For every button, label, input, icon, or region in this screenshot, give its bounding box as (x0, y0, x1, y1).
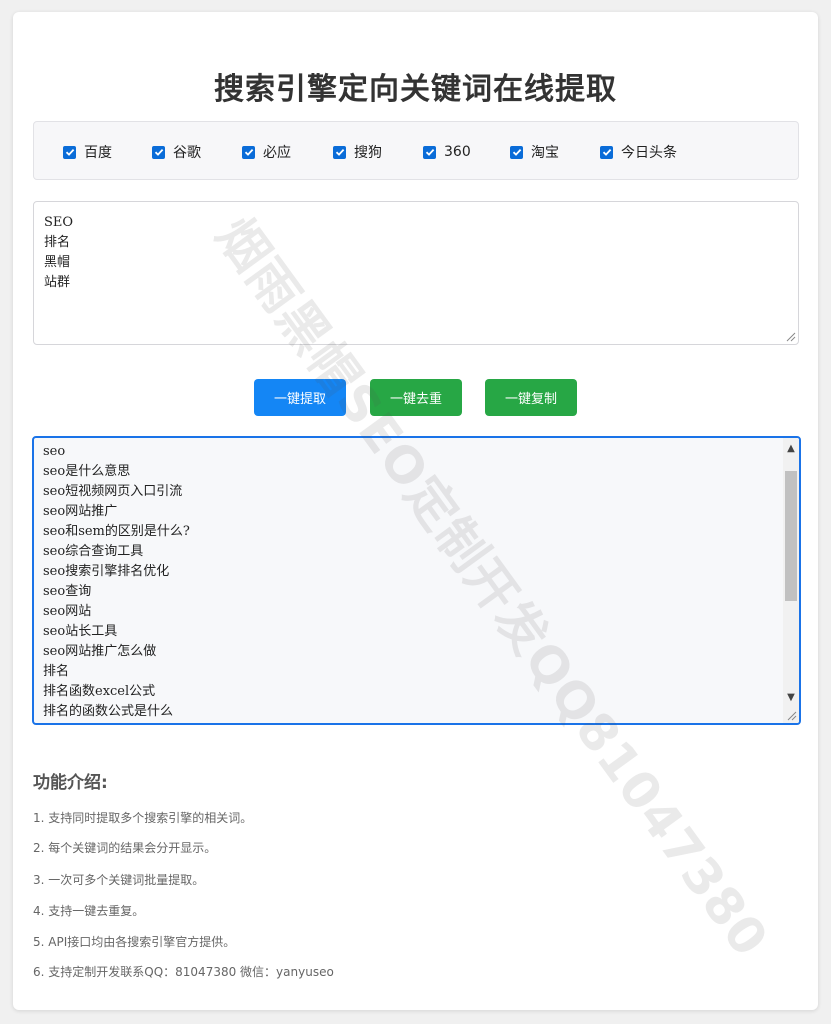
checkbox-checked-icon[interactable] (63, 145, 76, 159)
results-textarea[interactable]: seo seo是什么意思 seo短视频网页入口引流 seo网站推广 seo和se… (32, 436, 801, 725)
engine-label: 360 (444, 144, 471, 160)
feature-item: 1. 支持同时提取多个搜索引擎的相关词。 (33, 811, 253, 825)
resize-grip-icon[interactable] (785, 709, 797, 721)
engine-label: 今日头条 (621, 145, 677, 161)
dedupe-button[interactable]: 一键去重 (370, 379, 462, 416)
engine-label: 必应 (263, 145, 291, 161)
checkbox-checked-icon[interactable] (423, 145, 436, 159)
keyword-line: 黑帽 (44, 255, 71, 270)
result-line: seo搜索引擎排名优化 (43, 564, 170, 579)
engine-label: 谷歌 (173, 145, 201, 161)
result-line: seo综合查询工具 (43, 544, 144, 559)
engine-option-toutiao[interactable]: 今日头条 (600, 142, 677, 162)
result-line: 排名 (43, 664, 70, 679)
engine-option-sogou[interactable]: 搜狗 (333, 142, 382, 162)
checkbox-checked-icon[interactable] (600, 145, 613, 159)
engine-option-google[interactable]: 谷歌 (152, 142, 201, 162)
result-line: seo是什么意思 (43, 464, 131, 479)
engine-option-360[interactable]: 360 (423, 142, 471, 162)
keywords-textarea[interactable]: SEO 排名 黑帽 站群 (33, 201, 799, 345)
result-line: 排名的函数公式是什么 (43, 704, 174, 719)
scroll-thumb[interactable] (785, 471, 797, 601)
result-line: seo站长工具 (43, 624, 118, 639)
engine-label: 淘宝 (531, 145, 559, 161)
result-line: seo网站 (43, 604, 92, 619)
extract-button[interactable]: 一键提取 (254, 379, 346, 416)
result-line: seo查询 (43, 584, 92, 599)
keyword-line: 排名 (44, 235, 71, 250)
main-card: 搜索引擎定向关键词在线提取 百度 谷歌 必应 搜狗 360 淘宝 今日头条 SE… (13, 12, 818, 1010)
result-line: seo和sem的区别是什么? (43, 524, 190, 539)
features-heading: 功能介绍: (33, 773, 108, 793)
feature-item: 3. 一次可多个关键词批量提取。 (33, 873, 205, 887)
engine-option-taobao[interactable]: 淘宝 (510, 142, 559, 162)
checkbox-checked-icon[interactable] (242, 145, 255, 159)
result-line: seo (43, 444, 66, 459)
scroll-down-icon[interactable]: ▼ (783, 689, 799, 705)
keyword-line: 站群 (44, 275, 71, 290)
engine-selector: 百度 谷歌 必应 搜狗 360 淘宝 今日头条 (33, 121, 799, 180)
checkbox-checked-icon[interactable] (152, 145, 165, 159)
feature-item: 4. 支持一键去重复。 (33, 904, 145, 918)
checkbox-checked-icon[interactable] (333, 145, 346, 159)
engine-option-baidu[interactable]: 百度 (63, 142, 112, 162)
result-line: seo网站推广怎么做 (43, 644, 157, 659)
keyword-line: SEO (44, 215, 74, 230)
feature-item: 6. 支持定制开发联系QQ：81047380 微信：yanyuseo (33, 965, 334, 979)
page-title: 搜索引擎定向关键词在线提取 (214, 72, 617, 107)
result-line: 排名函数excel公式 (43, 684, 156, 699)
engine-label: 百度 (84, 145, 112, 161)
feature-item: 2. 每个关键词的结果会分开显示。 (33, 841, 217, 855)
checkbox-checked-icon[interactable] (510, 145, 523, 159)
copy-button[interactable]: 一键复制 (485, 379, 577, 416)
scroll-up-icon[interactable]: ▲ (783, 440, 799, 456)
results-content: seo seo是什么意思 seo短视频网页入口引流 seo网站推广 seo和se… (43, 442, 779, 723)
feature-item: 5. API接口均由各搜索引擎官方提供。 (33, 935, 236, 949)
result-line: seo短视频网页入口引流 (43, 484, 183, 499)
engine-option-bing[interactable]: 必应 (242, 142, 291, 162)
results-scrollbar[interactable]: ▲ ▼ (783, 438, 799, 723)
result-line: seo网站推广 (43, 504, 118, 519)
engine-label: 搜狗 (354, 145, 382, 161)
resize-grip-icon[interactable] (784, 330, 796, 342)
